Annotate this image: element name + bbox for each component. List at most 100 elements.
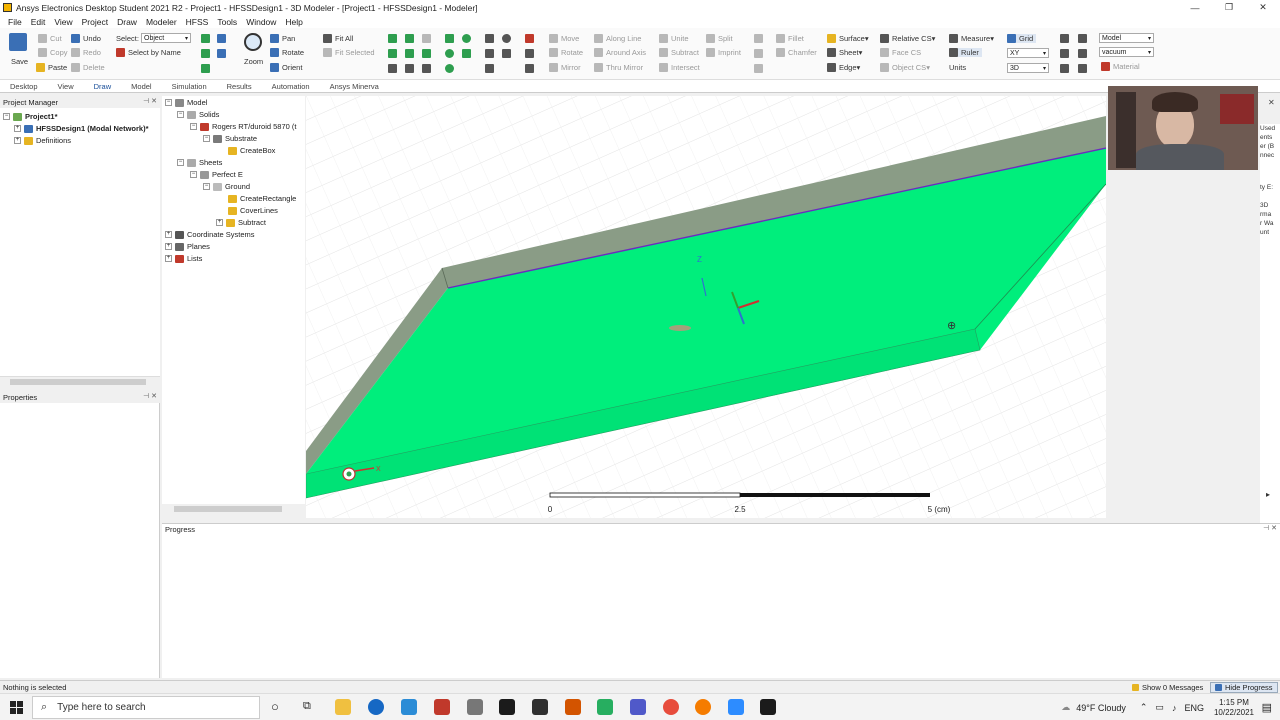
snap-vertex-icon[interactable] <box>1078 34 1087 43</box>
select-face-icon[interactable] <box>217 34 226 43</box>
tree-item-substrate[interactable]: Substrate <box>225 134 257 143</box>
draw-cone-icon[interactable] <box>388 64 397 73</box>
file-explorer-icon[interactable] <box>335 699 351 715</box>
split-button[interactable]: Split <box>718 34 733 43</box>
show-messages-button[interactable]: Show 0 Messages <box>1128 682 1207 693</box>
menu-view[interactable]: View <box>54 17 72 27</box>
orient-button[interactable]: Orient <box>282 63 302 72</box>
expand-toggle[interactable]: + <box>165 255 172 262</box>
tab-desktop[interactable]: Desktop <box>10 82 38 91</box>
3d-scene[interactable]: Z ⊕ X 0 2.5 5 (cm) <box>306 96 1106 518</box>
draw-equation-surface-icon[interactable] <box>445 64 454 73</box>
app-icon[interactable] <box>532 699 548 715</box>
zoom-button[interactable]: Zoom <box>244 57 263 66</box>
expand-toggle[interactable]: − <box>203 135 210 142</box>
draw-ellipse-icon[interactable] <box>445 49 454 58</box>
copy-button[interactable]: Copy <box>50 48 68 57</box>
scrollbar-thumb[interactable] <box>174 506 282 512</box>
relative-cs-dropdown[interactable]: Relative CS <box>892 34 932 43</box>
model-tree-scrollbar[interactable] <box>162 504 302 514</box>
draw-point-icon[interactable] <box>525 34 534 43</box>
tab-draw[interactable]: Draw <box>94 82 112 91</box>
grid-button[interactable]: Grid <box>1019 34 1033 43</box>
menu-hfss[interactable]: HFSS <box>186 17 209 27</box>
tab-view[interactable]: View <box>58 82 74 91</box>
snap-face-icon[interactable] <box>1078 49 1087 58</box>
app-icon[interactable] <box>597 699 613 715</box>
face-cs-button[interactable]: Face CS <box>892 48 921 57</box>
zoom-icon[interactable] <box>244 33 262 51</box>
draw-sphere-icon[interactable] <box>388 49 397 58</box>
language-indicator[interactable]: ENG <box>1184 703 1204 713</box>
app-icon[interactable] <box>434 699 450 715</box>
snap-grid-icon[interactable] <box>1060 34 1069 43</box>
expand-toggle[interactable]: − <box>190 123 197 130</box>
tree-item-ground[interactable]: Ground <box>225 182 250 191</box>
material-button[interactable]: Material <box>1113 62 1140 71</box>
zoom-app-icon[interactable] <box>728 699 744 715</box>
save-icon[interactable] <box>9 33 27 51</box>
snap-quadrant-icon[interactable] <box>1078 64 1087 73</box>
expand-toggle[interactable]: − <box>177 159 184 166</box>
tree-item-subtract[interactable]: Subtract <box>238 218 266 227</box>
draw-box-icon[interactable] <box>388 34 397 43</box>
tab-results[interactable]: Results <box>227 82 252 91</box>
pan-button[interactable]: Pan <box>282 34 295 43</box>
tab-model[interactable]: Model <box>131 82 151 91</box>
draw-region-icon[interactable] <box>525 49 534 58</box>
thicken-icon[interactable] <box>754 49 763 58</box>
expand-toggle[interactable]: − <box>165 99 172 106</box>
draw-polyline-icon[interactable] <box>485 64 494 73</box>
select-all-icon[interactable] <box>201 64 210 73</box>
model-dropdown[interactable]: Model <box>1099 33 1154 43</box>
tree-item-project[interactable]: Project1* <box>25 112 58 121</box>
3d-viewport[interactable]: Z ⊕ X 0 2.5 5 (cm) <box>306 96 1106 518</box>
expand-toggle[interactable]: + <box>165 231 172 238</box>
select-edge-icon[interactable] <box>201 49 210 58</box>
sheet-dropdown[interactable]: Sheet <box>839 48 859 57</box>
measure-dropdown[interactable]: Measure <box>961 34 990 43</box>
ansys-edt-icon[interactable] <box>499 699 515 715</box>
horizontal-scrollbar[interactable] <box>0 376 160 386</box>
cut-button[interactable]: Cut <box>50 34 62 43</box>
wrap-icon[interactable] <box>754 64 763 73</box>
draw-cylinder-icon[interactable] <box>405 34 414 43</box>
select-mode-dropdown[interactable]: Object <box>141 33 191 43</box>
dimension-dropdown[interactable]: 3D <box>1007 63 1049 73</box>
menu-window[interactable]: Window <box>246 17 276 27</box>
notifications-icon[interactable]: ▤ <box>1262 701 1272 714</box>
teams-icon[interactable] <box>630 699 646 715</box>
imprint-button[interactable]: Imprint <box>718 48 741 57</box>
around-axis-button[interactable]: Around Axis <box>606 48 646 57</box>
redo-button[interactable]: Redo <box>83 48 101 57</box>
tree-item-design[interactable]: HFSSDesign1 (Modal Network)* <box>36 124 149 133</box>
menu-tools[interactable]: Tools <box>217 17 237 27</box>
ruler-button[interactable]: Ruler <box>961 48 979 57</box>
move-button[interactable]: Move <box>561 34 579 43</box>
scrollbar-thumb[interactable] <box>10 379 146 385</box>
snap-center-icon[interactable] <box>1060 64 1069 73</box>
tree-item-coverlines[interactable]: CoverLines <box>240 206 278 215</box>
tree-item-lists[interactable]: Lists <box>187 254 202 263</box>
tray-chevron-icon[interactable]: ⌃ <box>1140 702 1148 713</box>
rotate-view-button[interactable]: Rotate <box>282 48 304 57</box>
menu-project[interactable]: Project <box>82 17 108 27</box>
save-button[interactable]: Save <box>11 57 28 66</box>
material-dropdown[interactable]: vacuum <box>1099 47 1154 57</box>
rotate-object-button[interactable]: Rotate <box>561 48 583 57</box>
tree-item-createrectangle[interactable]: CreateRectangle <box>240 194 296 203</box>
draw-rectangle-icon[interactable] <box>445 34 454 43</box>
expand-toggle[interactable]: + <box>14 137 21 144</box>
tree-item-solids[interactable]: Solids <box>199 110 219 119</box>
scroll-right-icon[interactable]: ▸ <box>1266 490 1270 499</box>
tree-item-sheets[interactable]: Sheets <box>199 158 222 167</box>
plane-dropdown[interactable]: XY <box>1007 48 1049 58</box>
draw-polygon-icon[interactable] <box>462 49 471 58</box>
start-button[interactable] <box>10 701 23 714</box>
draw-helix-icon[interactable] <box>422 49 431 58</box>
expand-toggle[interactable]: + <box>216 219 223 226</box>
taskbar-search[interactable]: ⌕ Type here to search <box>32 696 260 719</box>
volume-icon[interactable]: ♪ <box>1172 703 1177 713</box>
expand-toggle[interactable]: − <box>177 111 184 118</box>
tab-ansys-minerva[interactable]: Ansys Minerva <box>330 82 379 91</box>
